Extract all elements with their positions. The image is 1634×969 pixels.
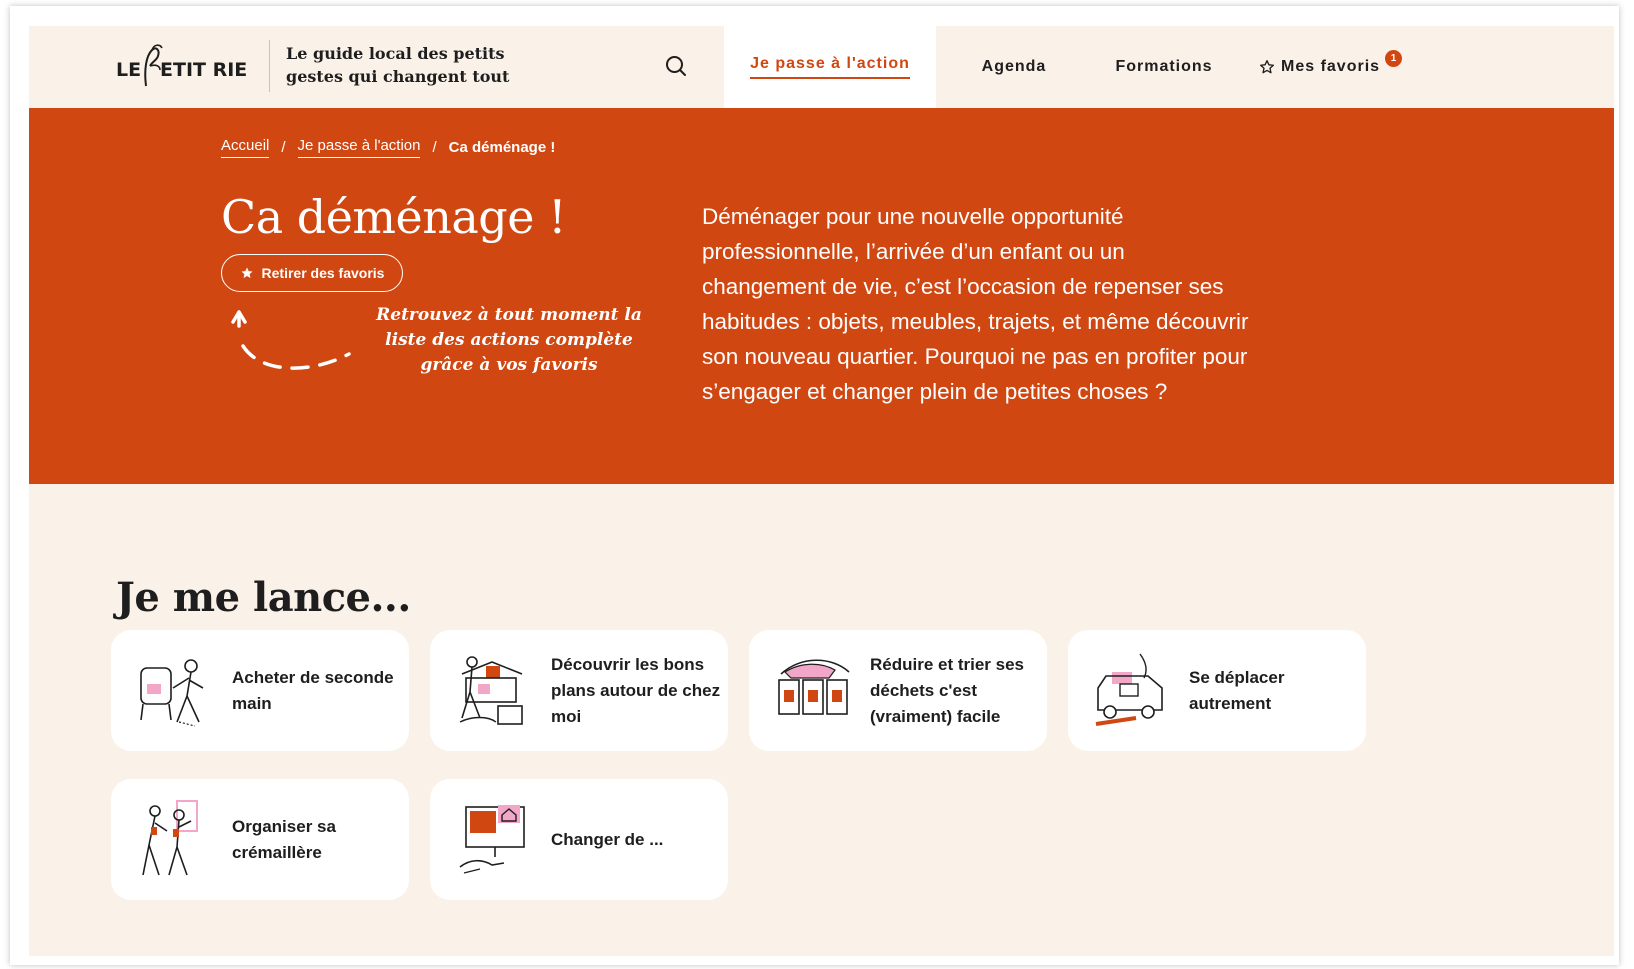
page-title: Ca déménage !: [221, 190, 567, 244]
action-card-label: Acheter de seconde main: [232, 667, 394, 713]
logo-icon: LE ETIT RIEN: [116, 44, 263, 87]
svg-text:LE: LE: [116, 59, 141, 81]
van-illustration-icon: [1095, 653, 1163, 726]
nav-item-formations-label: Formations: [1115, 58, 1213, 75]
action-card[interactable]: Organiser sa crémaillère: [111, 779, 409, 900]
screen-illustration-icon: [459, 805, 525, 874]
action-card-label: Se déplacer autrement: [1189, 667, 1285, 713]
star-outline-icon: [1259, 59, 1275, 75]
site-header: LE ETIT RIEN Le guide local des petits g…: [29, 26, 1614, 108]
nav-item-agenda[interactable]: Agenda: [964, 26, 1064, 108]
action-card[interactable]: Acheter de seconde main: [111, 630, 409, 751]
favorites-hint: Retrouvez à tout moment la liste des act…: [376, 305, 642, 375]
breadcrumb-parent[interactable]: Je passe à l'action: [297, 137, 421, 158]
breadcrumb: Accueil / Je passe à l'action / Ca démén…: [221, 137, 555, 158]
breadcrumb-current: Ca déménage !: [448, 139, 556, 156]
market-illustration-icon: [459, 656, 523, 725]
nav-item-action[interactable]: Je passe à l'action: [724, 26, 936, 108]
breadcrumb-home[interactable]: Accueil: [221, 137, 270, 158]
chair-illustration-icon: [140, 659, 204, 727]
action-card[interactable]: Changer de ...: [430, 779, 728, 900]
remove-favorite-label: Retirer des favoris: [261, 265, 385, 281]
action-card[interactable]: Se déplacer autrement: [1068, 630, 1366, 751]
logo-divider: [269, 40, 270, 92]
star-filled-icon: [240, 267, 253, 278]
action-card-label: Découvrir les bons plans autour de chez …: [551, 654, 721, 726]
action-card-label: Organiser sa crémaillère: [232, 816, 336, 862]
breadcrumb-separator: /: [281, 139, 286, 156]
nav-item-favorites[interactable]: Mes favoris 1: [1259, 26, 1419, 108]
action-card[interactable]: Découvrir les bons plans autour de chez …: [430, 630, 728, 751]
hero-banner: Accueil / Je passe à l'action / Ca démén…: [29, 108, 1614, 484]
nav-item-action-label: Je passe à l'action: [750, 55, 910, 79]
bins-illustration-icon: [778, 659, 850, 715]
svg-text:ETIT RIEN: ETIT RIEN: [160, 59, 246, 81]
nav-item-agenda-label: Agenda: [981, 58, 1047, 75]
site-logo[interactable]: LE ETIT RIEN: [116, 40, 263, 94]
hero-description: Déménager pour une nouvelle opportunité …: [702, 204, 1249, 404]
nav-item-formations[interactable]: Formations: [1099, 26, 1229, 108]
action-card-label: Changer de ...: [551, 829, 664, 849]
curved-arrow-icon: [231, 310, 351, 370]
site-tagline: Le guide local des petits gestes qui cha…: [286, 44, 510, 86]
action-card[interactable]: Réduire et trier ses déchets c'est (vrai…: [749, 630, 1047, 751]
search-icon: [666, 56, 686, 76]
page: LE ETIT RIEN Le guide local des petits g…: [29, 26, 1614, 956]
favorites-count-badge: 1: [1385, 50, 1402, 67]
section-title: Je me lance...: [116, 574, 411, 621]
search-button[interactable]: [661, 51, 691, 81]
remove-favorite-button[interactable]: Retirer des favoris: [221, 254, 403, 292]
party-illustration-icon: [142, 800, 198, 876]
breadcrumb-separator: /: [432, 139, 437, 156]
action-card-label: Réduire et trier ses déchets c'est (vrai…: [870, 654, 1025, 726]
nav-item-favorites-label: Mes favoris: [1281, 58, 1381, 75]
